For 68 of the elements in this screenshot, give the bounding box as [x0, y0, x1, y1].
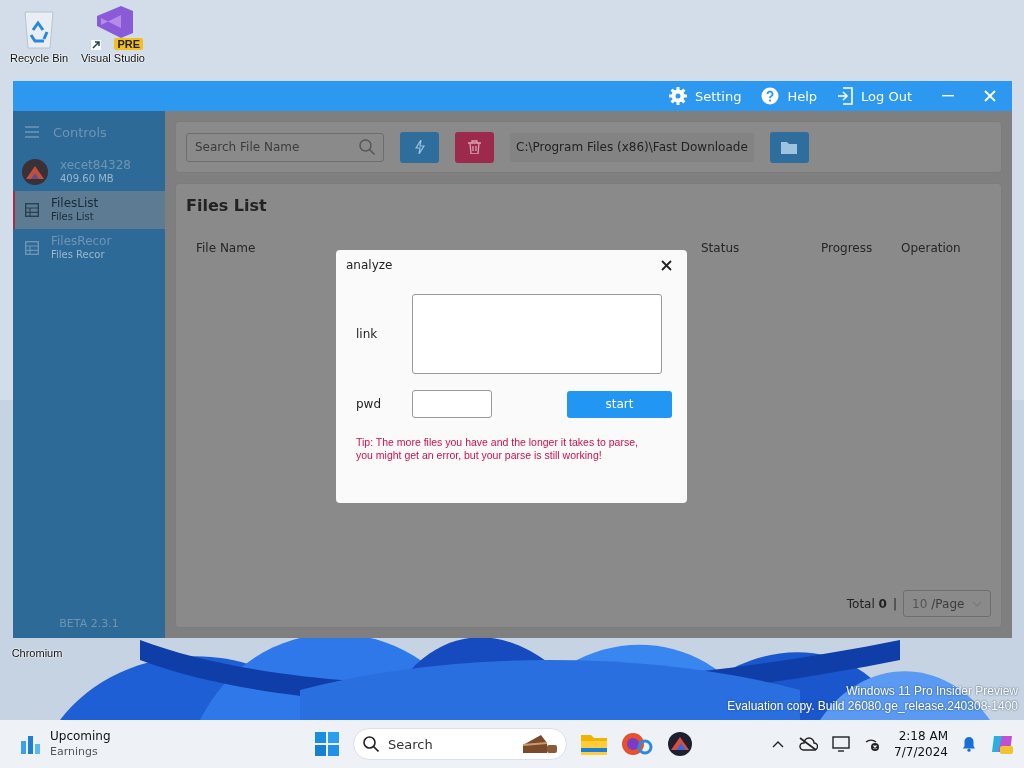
- start-button[interactable]: start: [567, 390, 672, 418]
- column-header: File Name: [196, 241, 257, 255]
- cloud-offline-icon[interactable]: [798, 737, 819, 751]
- bell-icon[interactable]: [962, 736, 976, 752]
- weather-widget[interactable]: Upcoming Earnings: [20, 729, 111, 759]
- separator: |: [892, 596, 897, 611]
- help-icon: [761, 87, 780, 105]
- version-label: BETA 2.3.1: [58, 617, 120, 632]
- total-count: Total 0: [846, 596, 887, 611]
- bar-chart-icon: [20, 733, 42, 755]
- chevron-up-icon[interactable]: [772, 740, 785, 748]
- storage-size: 409.60 MB: [60, 172, 115, 186]
- delete-button[interactable]: [455, 131, 494, 163]
- folder-button[interactable]: [769, 131, 809, 163]
- item-subtitle: Files Recor: [51, 248, 106, 262]
- user-item[interactable]: xecet84328 409.60 MB: [13, 153, 165, 191]
- title-action[interactable]: Help: [761, 87, 818, 105]
- minimize-icon[interactable]: [942, 95, 954, 97]
- widget-subtitle: Earnings: [50, 744, 99, 759]
- widget-title: Upcoming: [50, 729, 111, 744]
- taskbar-search-field[interactable]: Search: [353, 728, 567, 760]
- field-label: link: [356, 327, 379, 341]
- trash-icon: [468, 140, 481, 154]
- analyze-button[interactable]: [400, 131, 439, 163]
- visual-studio-icon[interactable]: [95, 6, 135, 38]
- monitor-icon[interactable]: [832, 736, 851, 752]
- clock[interactable]: 2:18 AM 7/7/2024: [894, 728, 948, 760]
- table-icon: [25, 241, 39, 255]
- column-header: Progress: [821, 241, 874, 255]
- cake-icon: [521, 733, 559, 755]
- sidebar-header: Controls: [53, 124, 107, 140]
- search-icon: [359, 138, 375, 155]
- preview-badge: PRE: [114, 38, 143, 50]
- dialog-title: analyze: [346, 258, 393, 272]
- item-title: FilesRecor: [51, 234, 112, 248]
- field-label: pwd: [356, 397, 383, 411]
- column-header: Status: [701, 241, 741, 255]
- browser-icon[interactable]: [621, 732, 653, 756]
- search-icon: [363, 736, 379, 752]
- password-field[interactable]: [412, 390, 492, 418]
- column-header: Operation: [901, 241, 962, 255]
- user-name: xecet84328: [60, 158, 131, 172]
- folder-icon[interactable]: [581, 733, 607, 755]
- title-action[interactable]: Log Out: [837, 87, 912, 105]
- item-title: FilesList: [51, 196, 99, 210]
- tip-text: Tip: The more files you have and the longer it takes to parse, you might get an error, but your parse is still working!: [356, 436, 639, 462]
- avatar-icon: [22, 159, 48, 185]
- item-subtitle: Files List: [51, 210, 95, 224]
- link-input-field[interactable]: [412, 294, 662, 374]
- desktop-icon-label[interactable]: Recycle Bin: [9, 52, 69, 64]
- desktop-icon-label[interactable]: Chromium: [11, 647, 63, 659]
- close-icon[interactable]: [661, 259, 672, 271]
- logout-icon: [837, 87, 854, 105]
- recycle-bin-icon[interactable]: [21, 8, 57, 50]
- sidebar-item[interactable]: FilesRecor Files Recor: [13, 229, 165, 267]
- search-field[interactable]: Search File Name: [186, 132, 384, 162]
- title-action[interactable]: Setting: [668, 87, 742, 105]
- table-icon: [25, 203, 39, 217]
- desktop-icon-label[interactable]: Visual Studio: [81, 52, 145, 64]
- path-field[interactable]: C:\Program Files (x86)\Fast Downloade: [510, 132, 754, 162]
- settings-icon: [668, 87, 687, 105]
- lightning-icon: [414, 140, 425, 154]
- app-icon[interactable]: [667, 731, 693, 757]
- start-icon[interactable]: [315, 732, 339, 756]
- section-title: Files List: [186, 196, 268, 215]
- sidebar-item[interactable]: FilesList Files List: [13, 191, 165, 229]
- shortcut-arrow-icon: [91, 40, 101, 50]
- folder-icon: [781, 140, 798, 154]
